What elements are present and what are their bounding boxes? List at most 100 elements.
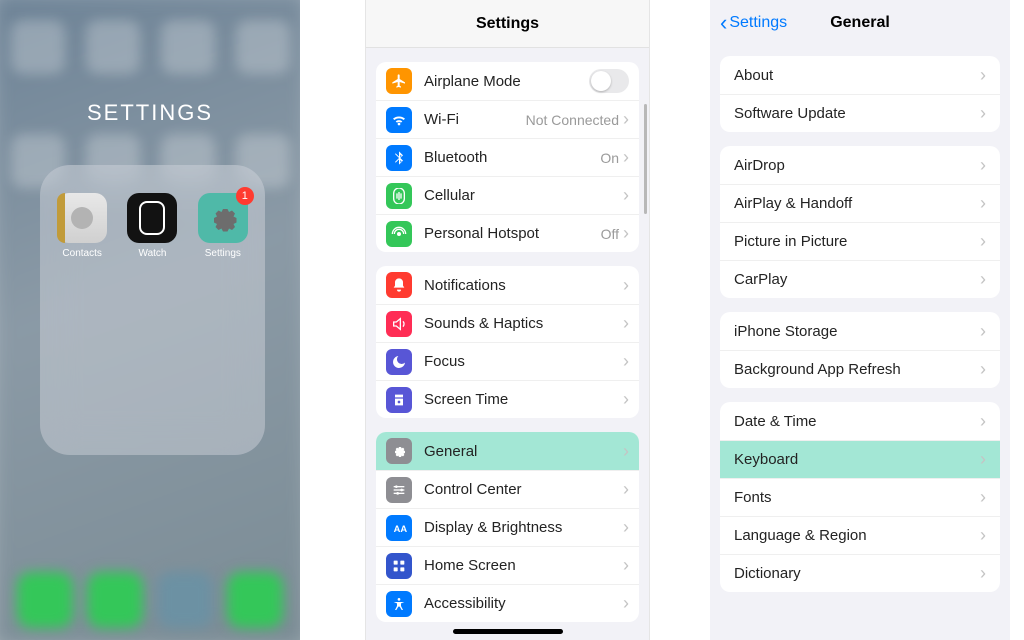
chevron-left-icon: ‹	[720, 12, 727, 34]
chevron-right-icon: ›	[980, 411, 986, 432]
back-button[interactable]: ‹ Settings	[720, 12, 787, 34]
settings-row-screentime[interactable]: Screen Time›	[376, 380, 639, 418]
row-label: Background App Refresh	[734, 361, 980, 378]
scrollbar[interactable]	[644, 104, 647, 214]
back-label: Settings	[729, 14, 787, 32]
row-label: iPhone Storage	[734, 323, 980, 340]
sounds-icon	[386, 311, 412, 337]
display-icon: AA	[386, 515, 412, 541]
settings-row-airplane[interactable]: Airplane Mode	[376, 62, 639, 100]
contacts-icon	[57, 193, 107, 243]
row-label: Personal Hotspot	[424, 225, 601, 242]
app-label: Watch	[139, 248, 167, 259]
general-row-fonts[interactable]: Fonts›	[720, 478, 1000, 516]
app-label: Contacts	[62, 248, 101, 259]
focus-icon	[386, 349, 412, 375]
settings-scroll[interactable]: Airplane ModeWi-FiNot Connected›Bluetoot…	[366, 48, 649, 640]
row-label: Software Update	[734, 105, 980, 122]
settings-row-control-center[interactable]: Control Center›	[376, 470, 639, 508]
airplane-icon	[386, 68, 412, 94]
general-row-airdrop[interactable]: AirDrop›	[720, 146, 1000, 184]
settings-row-focus[interactable]: Focus›	[376, 342, 639, 380]
control-center-icon	[386, 477, 412, 503]
toggle[interactable]	[589, 69, 629, 93]
row-label: Cellular	[424, 187, 623, 204]
settings-row-general[interactable]: General›	[376, 432, 639, 470]
row-label: Home Screen	[424, 557, 623, 574]
settings-row-hotspot[interactable]: Personal HotspotOff›	[376, 214, 639, 252]
settings-group: Airplane ModeWi-FiNot Connected›Bluetoot…	[376, 62, 639, 252]
navbar-title: General	[830, 14, 890, 32]
cellular-icon	[386, 183, 412, 209]
chevron-right-icon: ›	[980, 487, 986, 508]
navbar: ‹ Settings General	[710, 0, 1010, 46]
home-indicator[interactable]	[453, 629, 563, 634]
general-row-language-region[interactable]: Language & Region›	[720, 516, 1000, 554]
general-row-background-app-refresh[interactable]: Background App Refresh›	[720, 350, 1000, 388]
row-label: Fonts	[734, 489, 980, 506]
row-label: Dictionary	[734, 565, 980, 582]
settings-row-display[interactable]: AA Display & Brightness›	[376, 508, 639, 546]
row-label: Bluetooth	[424, 149, 600, 166]
general-row-keyboard[interactable]: Keyboard›	[720, 440, 1000, 478]
general-row-about[interactable]: About›	[720, 56, 1000, 94]
settings-row-sounds[interactable]: Sounds & Haptics›	[376, 304, 639, 342]
row-label: Display & Brightness	[424, 519, 623, 536]
chevron-right-icon: ›	[980, 231, 986, 252]
chevron-right-icon: ›	[623, 517, 629, 538]
row-label: Accessibility	[424, 595, 623, 612]
row-label: AirDrop	[734, 157, 980, 174]
dock-blurred	[0, 560, 300, 640]
chevron-right-icon: ›	[980, 563, 986, 584]
accessibility-icon	[386, 591, 412, 617]
settings-root-panel: Settings Airplane ModeWi-FiNot Connected…	[365, 0, 650, 640]
chevron-right-icon: ›	[623, 593, 629, 614]
settings-row-accessibility[interactable]: Accessibility›	[376, 584, 639, 622]
svg-text:AA: AA	[394, 524, 407, 534]
chevron-right-icon: ›	[623, 275, 629, 296]
general-icon	[386, 438, 412, 464]
notifications-icon	[386, 272, 412, 298]
settings-row-bluetooth[interactable]: BluetoothOn›	[376, 138, 639, 176]
row-value: Off	[601, 226, 619, 242]
general-row-carplay[interactable]: CarPlay›	[720, 260, 1000, 298]
general-group: AirDrop›AirPlay & Handoff›Picture in Pic…	[720, 146, 1000, 298]
general-row-date-time[interactable]: Date & Time›	[720, 402, 1000, 440]
app-settings[interactable]: 1Settings	[197, 193, 249, 259]
chevron-right-icon: ›	[623, 313, 629, 334]
chevron-right-icon: ›	[623, 185, 629, 206]
chevron-right-icon: ›	[980, 155, 986, 176]
settings-row-notifications[interactable]: Notifications›	[376, 266, 639, 304]
general-scroll[interactable]: About›Software Update›AirDrop›AirPlay & …	[710, 46, 1010, 640]
settings-row-home-screen[interactable]: Home Screen›	[376, 546, 639, 584]
row-label: Focus	[424, 353, 623, 370]
row-label: AirPlay & Handoff	[734, 195, 980, 212]
general-row-airplay-handoff[interactable]: AirPlay & Handoff›	[720, 184, 1000, 222]
app-contacts[interactable]: Contacts	[56, 193, 108, 259]
row-label: CarPlay	[734, 271, 980, 288]
chevron-right-icon: ›	[980, 103, 986, 124]
general-row-software-update[interactable]: Software Update›	[720, 94, 1000, 132]
settings-row-wifi[interactable]: Wi-FiNot Connected›	[376, 100, 639, 138]
home-screen-folder-panel: SETTINGS ContactsWatch1Settings	[0, 0, 300, 640]
chevron-right-icon: ›	[623, 223, 629, 244]
row-label: About	[734, 67, 980, 84]
wifi-icon	[386, 107, 412, 133]
settings-group: Notifications›Sounds & Haptics›Focus›Scr…	[376, 266, 639, 418]
general-row-iphone-storage[interactable]: iPhone Storage›	[720, 312, 1000, 350]
general-row-picture-in-picture[interactable]: Picture in Picture›	[720, 222, 1000, 260]
chevron-right-icon: ›	[980, 359, 986, 380]
notification-badge: 1	[236, 187, 254, 205]
chevron-right-icon: ›	[980, 525, 986, 546]
row-label: Wi-Fi	[424, 111, 526, 128]
general-settings-panel: ‹ Settings General About›Software Update…	[710, 0, 1010, 640]
chevron-right-icon: ›	[623, 147, 629, 168]
row-value: On	[600, 150, 619, 166]
general-row-dictionary[interactable]: Dictionary›	[720, 554, 1000, 592]
general-group: iPhone Storage›Background App Refresh›	[720, 312, 1000, 388]
row-label: General	[424, 443, 623, 460]
bluetooth-icon	[386, 145, 412, 171]
settings-row-cellular[interactable]: Cellular›	[376, 176, 639, 214]
app-watch[interactable]: Watch	[126, 193, 178, 259]
chevron-right-icon: ›	[623, 479, 629, 500]
